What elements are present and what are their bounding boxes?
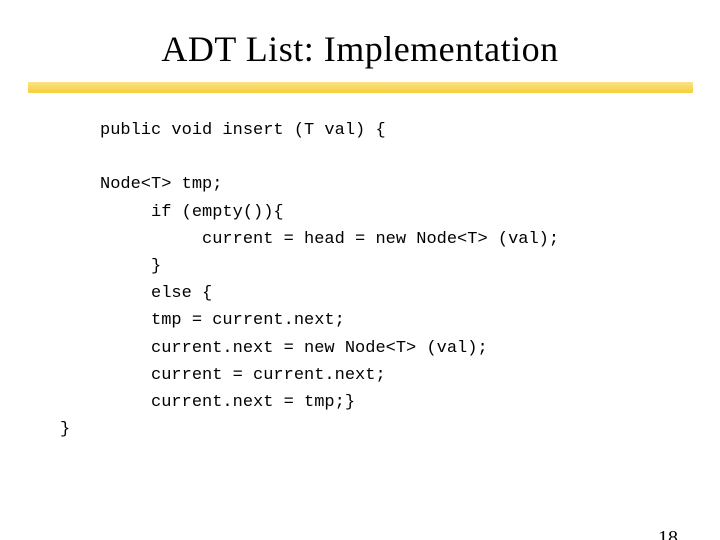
code-line: if (empty()){	[100, 203, 284, 222]
code-line: else {	[100, 284, 212, 303]
code-line: current = current.next;	[100, 366, 386, 385]
title-underline-wrap	[0, 82, 720, 93]
code-line: current = head = new Node<T> (val);	[100, 230, 559, 249]
code-line: tmp = current.next;	[100, 311, 345, 330]
slide-title: ADT List: Implementation	[0, 28, 720, 70]
code-line: Node<T> tmp;	[100, 175, 222, 194]
title-underline	[28, 82, 693, 93]
code-line: public void insert (T val) {	[100, 121, 386, 140]
code-line: }	[100, 257, 161, 276]
code-line: current.next = new Node<T> (val);	[100, 339, 488, 358]
slide-number: 18	[658, 527, 678, 540]
code-block: public void insert (T val) { Node<T> tmp…	[100, 117, 720, 443]
code-line: current.next = tmp;}	[100, 393, 355, 412]
code-line: }	[60, 416, 70, 443]
